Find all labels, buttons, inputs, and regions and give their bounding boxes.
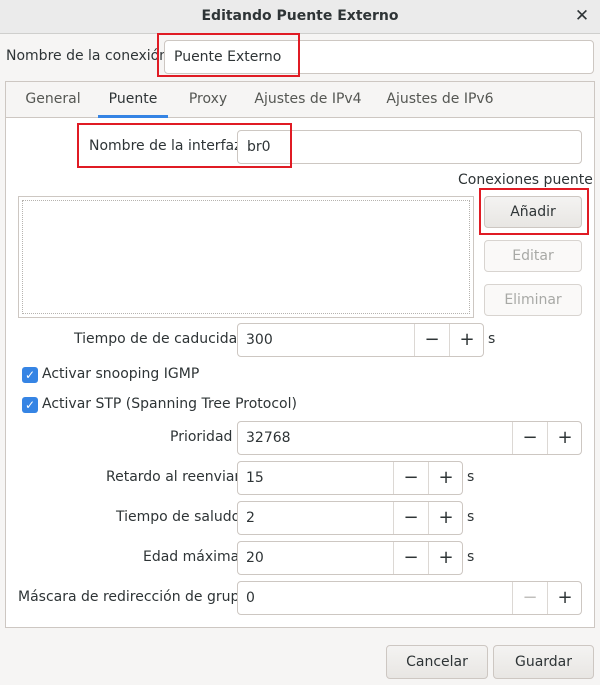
hello-time-label: Tiempo de saludo (116, 509, 241, 525)
edit-button[interactable]: Editar (484, 240, 582, 272)
hello-time-decrement-button[interactable]: − (393, 502, 428, 534)
cancel-button[interactable]: Cancelar (386, 645, 488, 679)
window-title: Editando Puente Externo (201, 8, 399, 24)
aging-time-decrement-button[interactable]: − (414, 324, 449, 356)
stp-label: Activar STP (Spanning Tree Protocol) (42, 396, 297, 412)
connection-name-label: Nombre de la conexión (6, 48, 169, 64)
igmp-snooping-label: Activar snooping IGMP (42, 366, 200, 382)
checkmark-icon: ✓ (24, 398, 36, 412)
forward-delay-value[interactable]: 15 (238, 462, 264, 494)
tab-general[interactable]: General (18, 82, 88, 118)
priority-value[interactable]: 32768 (238, 422, 291, 454)
forward-delay-unit: s (467, 469, 475, 485)
stp-checkbox[interactable]: ✓ (22, 397, 38, 413)
max-age-spinner: 20 − + (237, 541, 463, 575)
bridged-connections-label: Conexiones puente (458, 172, 593, 188)
igmp-snooping-checkbox[interactable]: ✓ (22, 367, 38, 383)
aging-time-value[interactable]: 300 (238, 324, 273, 356)
tab-ipv6[interactable]: Ajustes de IPv6 (382, 82, 498, 118)
highlight-connection-name (157, 33, 300, 77)
max-age-label: Edad máxima (143, 549, 240, 565)
priority-decrement-button[interactable]: − (512, 422, 547, 454)
max-age-decrement-button[interactable]: − (393, 542, 428, 574)
delete-button[interactable]: Eliminar (484, 284, 582, 316)
priority-label: Prioridad (170, 429, 233, 445)
aging-time-label: Tiempo de de caducidad (74, 331, 247, 347)
tab-puente[interactable]: Puente (98, 82, 168, 118)
group-mask-label: Máscara de redirección de grupo (18, 589, 248, 605)
hello-time-spinner: 2 − + (237, 501, 463, 535)
forward-delay-decrement-button[interactable]: − (393, 462, 428, 494)
priority-spinner: 32768 − + (237, 421, 582, 455)
hello-time-increment-button[interactable]: + (428, 502, 463, 534)
aging-time-spinner: 300 − + (237, 323, 484, 357)
forward-delay-increment-button[interactable]: + (428, 462, 463, 494)
tab-proxy[interactable]: Proxy (180, 82, 236, 118)
save-button[interactable]: Guardar (493, 645, 594, 679)
list-focus-outline (22, 200, 470, 314)
aging-time-unit: s (488, 331, 496, 347)
forward-delay-label: Retardo al reenviar (106, 469, 241, 485)
group-mask-decrement-button[interactable]: − (512, 582, 547, 614)
checkmark-icon: ✓ (24, 368, 36, 382)
highlight-add-button (479, 188, 589, 235)
aging-time-increment-button[interactable]: + (449, 324, 484, 356)
priority-increment-button[interactable]: + (547, 422, 582, 454)
highlight-interface-name (77, 123, 292, 168)
hello-time-unit: s (467, 509, 475, 525)
close-icon[interactable]: ✕ (570, 4, 594, 28)
forward-delay-spinner: 15 − + (237, 461, 463, 495)
max-age-value[interactable]: 20 (238, 542, 264, 574)
max-age-increment-button[interactable]: + (428, 542, 463, 574)
hello-time-value[interactable]: 2 (238, 502, 255, 534)
tab-ipv4[interactable]: Ajustes de IPv4 (250, 82, 366, 118)
group-mask-value[interactable]: 0 (238, 582, 255, 614)
group-mask-spinner: 0 − + (237, 581, 582, 615)
group-mask-increment-button[interactable]: + (547, 582, 582, 614)
max-age-unit: s (467, 549, 475, 565)
